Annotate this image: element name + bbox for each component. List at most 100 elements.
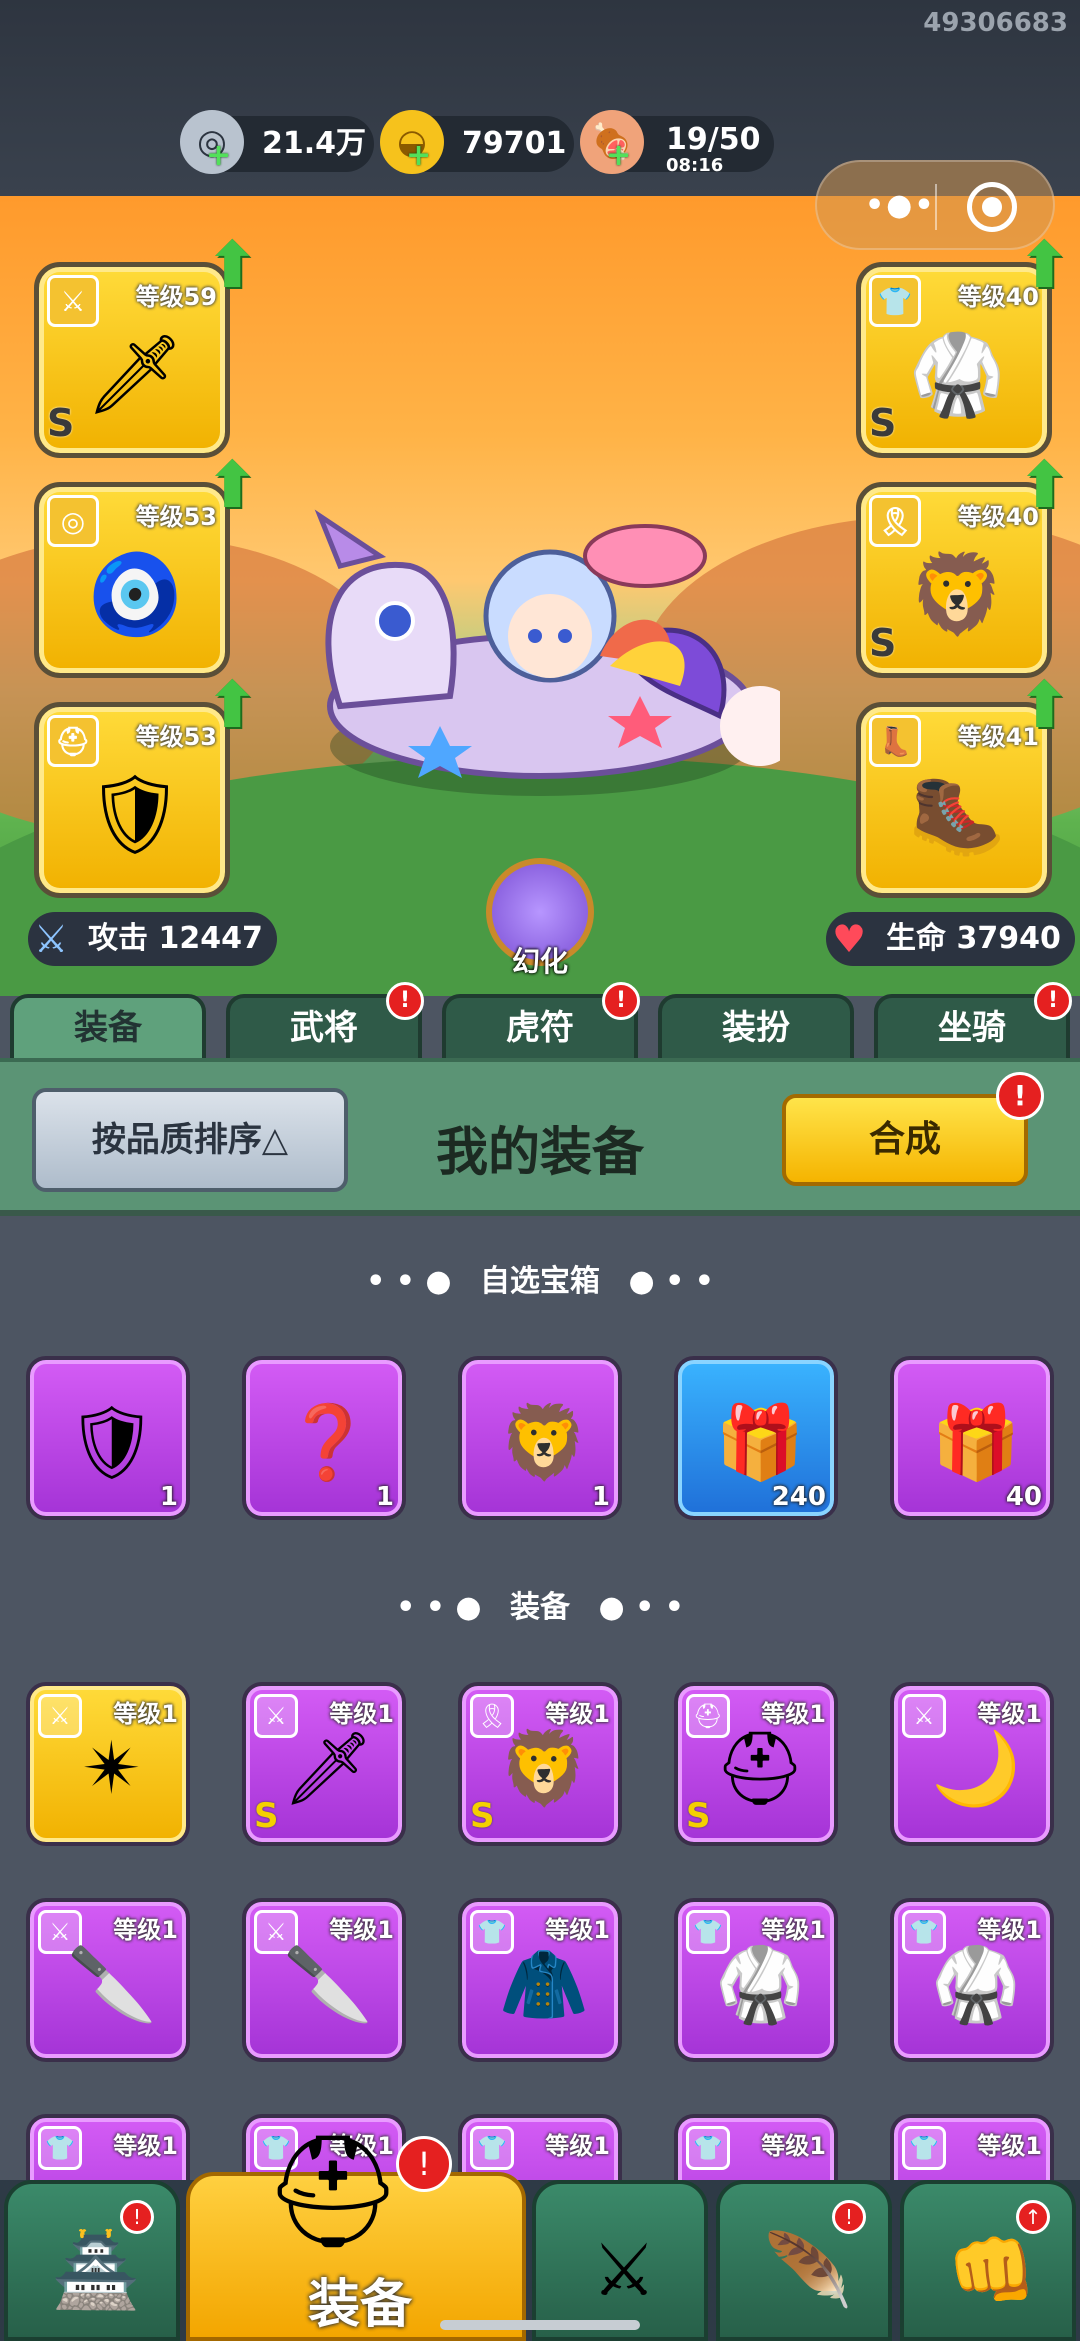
belt-icon: 🦁 xyxy=(499,1725,589,1810)
shuriken-icon: ✴ xyxy=(81,1726,143,1810)
equipment-item[interactable]: ⚔ 等级1 🔪 xyxy=(242,1898,406,2062)
item-count: 40 xyxy=(1005,1482,1042,1512)
stamina-resource[interactable]: 🍖 + 19/50 08:16 xyxy=(580,110,774,176)
armor-type-icon: 👕 xyxy=(902,2126,946,2170)
tab-tiger-tally[interactable]: 虎符! xyxy=(442,982,640,1062)
item-level: 等级1 xyxy=(113,2132,178,2160)
chest-item[interactable]: 🎁 240 xyxy=(674,1356,838,1520)
dots-decoration: ● • • xyxy=(628,1264,714,1299)
chest-icon: 🛡 xyxy=(66,1399,158,1484)
silver-resource[interactable]: ◎ + 21.4万 xyxy=(180,110,374,174)
alert-badge: ! xyxy=(396,2136,452,2192)
tab-generals[interactable]: 武将! xyxy=(226,982,424,1062)
equip-slot-belt[interactable]: 🎗 等级40 🦁 S ⬆ xyxy=(856,449,1071,678)
chest-item[interactable]: 🎁 40 xyxy=(890,1356,1054,1520)
upgrade-arrow-icon[interactable]: ⬆ xyxy=(1017,449,1071,523)
silver-value: 21.4万 xyxy=(262,126,367,161)
equipment-item[interactable]: ⚔ 等级1 🌙 xyxy=(890,1682,1054,1846)
equipment-item[interactable]: 🎗 等级1 🦁 S xyxy=(458,1682,622,1846)
chest-item[interactable]: 🦁 1 xyxy=(458,1356,622,1520)
grade-label: S xyxy=(869,401,897,445)
item-count: 1 xyxy=(375,1482,394,1512)
equipment-panel-header: 按品质排序△ 我的装备 合成 ! xyxy=(0,1058,1080,1216)
add-silver-icon[interactable]: + xyxy=(206,128,231,184)
nav-heroes[interactable]: 🪶 ! xyxy=(716,2180,892,2341)
sword-icon: ⚔ xyxy=(34,917,69,961)
equip-slot-armor[interactable]: 👕 等级40 🥋 S ⬆ xyxy=(856,229,1071,458)
tab-costume[interactable]: 装扮 xyxy=(658,994,854,1062)
hero-on-unicorn-float xyxy=(314,509,780,779)
grade-label: S xyxy=(254,1796,279,1836)
equip-slot-boots[interactable]: 👢 等级41 🥾 ⬆ xyxy=(856,669,1071,898)
armor-icon: 🧥 xyxy=(499,1941,589,2026)
equipment-item[interactable]: ⚔ 等级1 🗡 S xyxy=(242,1682,406,1846)
user-id: 49306683 xyxy=(923,8,1068,38)
chest-section-header: • • ● 自选宝箱 ● • • xyxy=(0,1256,1080,1300)
armor-icon: 🥋 xyxy=(715,1941,805,2026)
equip-slot-helmet[interactable]: ⛑ 等级53 🛡 ⬆ xyxy=(34,669,259,898)
hp-stat: ♥ 生命 37940 xyxy=(826,912,1075,966)
nav-equipment[interactable]: ⛑ 装备 ! xyxy=(186,2127,526,2341)
nav-main-city[interactable]: 🏯 ! xyxy=(4,2180,180,2341)
equip-slot-weapon[interactable]: ⚔ 等级59 🗡 S ⬆ xyxy=(34,229,259,458)
upgrade-arrow-icon[interactable]: ⬆ xyxy=(205,669,259,743)
equipment-item[interactable]: 👕 等级1 🥋 xyxy=(890,1898,1054,2062)
nav-upgrade[interactable]: 👊 ↑ xyxy=(900,2180,1076,2341)
chest-item[interactable]: ❓ 1 xyxy=(242,1356,406,1520)
grade-label: S xyxy=(470,1796,495,1836)
feather-icon: 🪶 xyxy=(763,2227,853,2312)
equipment-item[interactable]: 👕 等级1 🧥 xyxy=(458,1898,622,2062)
armor-type-icon: 👕 xyxy=(686,2126,730,2170)
tab-equipment[interactable]: 装备 xyxy=(10,994,206,1062)
upgrade-arrow-icon[interactable]: ⬆ xyxy=(1017,669,1071,743)
add-stamina-icon[interactable]: + xyxy=(606,128,631,184)
equipment-item[interactable]: ⚔ 等级1 ✴ xyxy=(26,1682,190,1846)
capsule-divider xyxy=(935,184,937,230)
helmet-icon: ⛑ xyxy=(714,1725,806,1810)
equipment-section-header: • • ● 装备 ● • • xyxy=(0,1582,1080,1626)
more-menu-icon[interactable]: •●• xyxy=(865,188,936,223)
gold-resource[interactable]: ◒ + 79701 xyxy=(380,110,574,174)
home-indicator[interactable] xyxy=(440,2320,640,2330)
upgrade-arrow-icon[interactable]: ⬆ xyxy=(205,229,259,303)
transform-label[interactable]: 幻化 xyxy=(486,940,594,980)
item-count: 1 xyxy=(159,1482,178,1512)
equip-slot-amulet[interactable]: ◎ 等级53 🧿 ⬆ xyxy=(34,449,259,678)
grade-label: S xyxy=(686,1796,711,1836)
stamina-timer: 08:16 xyxy=(666,155,724,176)
dots-decoration: ● • • xyxy=(598,1590,684,1625)
tab-mount[interactable]: 坐骑! xyxy=(874,982,1072,1062)
amulet-icon: 🧿 xyxy=(86,549,184,640)
item-level: 等级1 xyxy=(545,2132,610,2160)
equipment-item[interactable]: ⚔ 等级1 🔪 xyxy=(26,1898,190,2062)
belt-icon: 🦁 xyxy=(908,549,1006,640)
armor-icon: 🥋 xyxy=(931,1941,1021,2026)
equipment-item[interactable]: 👕 等级1 🥋 xyxy=(674,1898,838,2062)
sort-by-quality-button[interactable]: 按品质排序△ xyxy=(32,1088,348,1192)
attack-value: 12447 xyxy=(158,921,263,956)
grade-label: S xyxy=(47,401,75,445)
crossed-swords-icon: ⚔ xyxy=(591,2228,657,2312)
miniprogram-capsule: •●• xyxy=(815,160,1055,250)
chest-icon: 🦁 xyxy=(499,1399,589,1484)
alert-badge: ! xyxy=(832,2200,866,2234)
helmet-icon: 🛡 xyxy=(85,769,185,860)
nav-battle[interactable]: ⚔ xyxy=(532,2180,708,2341)
attack-label: 攻击 xyxy=(88,921,148,956)
grade-label: S xyxy=(869,621,897,665)
helmet-icon: ⛑ xyxy=(263,2126,403,2255)
merge-button[interactable]: 合成 ! xyxy=(782,1072,1044,1186)
question-chest-icon: ❓ xyxy=(283,1399,373,1484)
blade-icon: 🗡 xyxy=(282,1725,374,1810)
armor-icon: 🥋 xyxy=(908,329,1006,420)
glaive-icon: 🔪 xyxy=(283,1941,373,2026)
sword-icon: 🗡 xyxy=(85,329,185,420)
equipment-section-title: 装备 xyxy=(510,1590,570,1625)
alert-badge: ! xyxy=(1034,982,1072,1020)
item-count: 1 xyxy=(591,1482,610,1512)
add-gold-icon[interactable]: + xyxy=(406,128,431,184)
upgrade-arrow-icon[interactable]: ⬆ xyxy=(205,449,259,523)
chest-item[interactable]: 🛡 1 xyxy=(26,1356,190,1520)
target-icon[interactable] xyxy=(967,182,1017,232)
equipment-item[interactable]: ⛑ 等级1 ⛑ S xyxy=(674,1682,838,1846)
